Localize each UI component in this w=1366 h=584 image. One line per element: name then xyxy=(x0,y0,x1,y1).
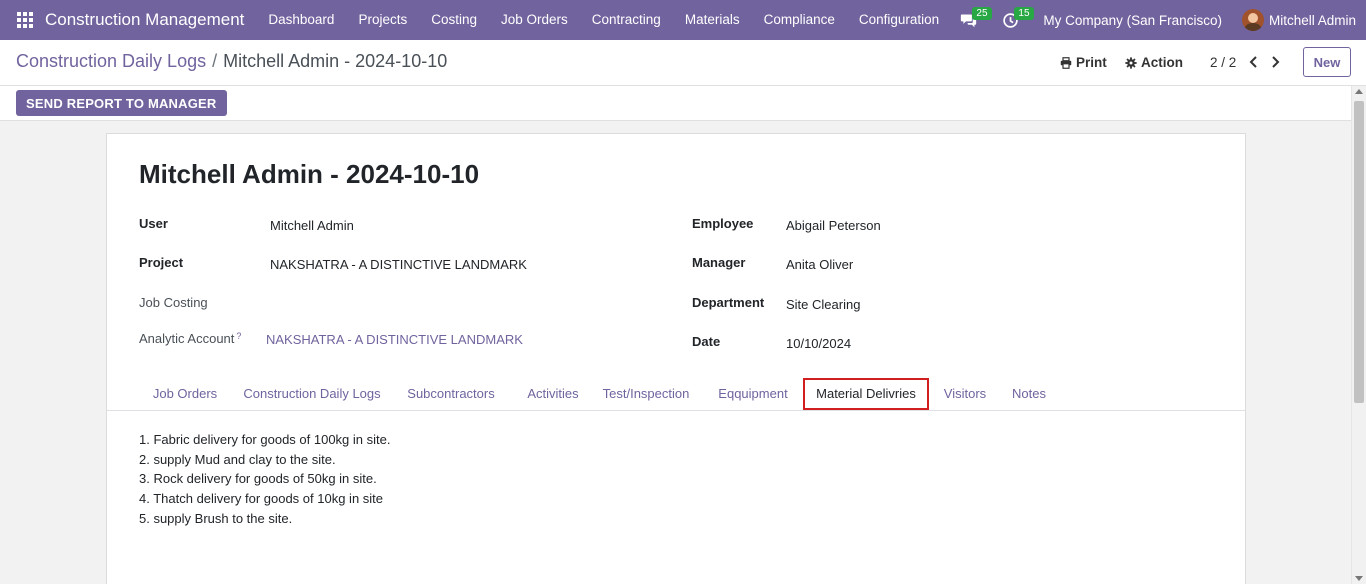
breadcrumb-separator: / xyxy=(212,51,218,71)
gear-icon xyxy=(1125,56,1137,69)
chevron-right-icon xyxy=(1271,56,1279,68)
breadcrumb: Construction Daily Logs / Mitchell Admin -… xyxy=(16,51,447,72)
menu-projects[interactable]: Projects xyxy=(346,0,419,40)
pager-value[interactable]: 2 / 2 xyxy=(1210,55,1236,70)
list-item: 1. Fabric delivery for goods of 100kg in… xyxy=(139,432,391,447)
job-costing-label: Job Costing xyxy=(139,295,208,310)
user-name: Mitchell Admin xyxy=(1268,12,1356,28)
tab-notes[interactable]: Notes xyxy=(1003,378,1055,410)
project-field[interactable]: NAKSHATRA - A DISTINCTIVE LANDMARK xyxy=(270,257,527,272)
messages-badge: 25 xyxy=(972,7,992,20)
pager-previous-button[interactable] xyxy=(1246,54,1260,70)
help-tooltip-icon[interactable]: ? xyxy=(236,331,241,341)
menu-configuration[interactable]: Configuration xyxy=(847,0,951,40)
activities-button[interactable]: 15 xyxy=(993,0,1034,40)
list-item: 2. supply Mud and clay to the site. xyxy=(139,451,336,467)
record-title: Mitchell Admin - 2024-10-10 xyxy=(139,159,480,189)
company-switcher[interactable]: My Company (San Francisco) xyxy=(1043,13,1222,28)
notebook-tabs: Job Orders Construction Daily Logs Subco… xyxy=(107,378,1245,411)
manager-field[interactable]: Anita Oliver xyxy=(786,257,853,272)
pager-next-button[interactable] xyxy=(1268,54,1282,70)
user-field[interactable]: Mitchell Admin xyxy=(270,218,354,233)
send-report-button[interactable]: SEND REPORT TO MANAGER xyxy=(16,90,227,116)
manager-label: Manager xyxy=(692,255,746,270)
project-label: Project xyxy=(139,255,184,270)
scroll-up-arrow-icon[interactable] xyxy=(1355,89,1363,94)
menu-dashboard[interactable]: Dashboard xyxy=(256,0,346,40)
navbar-systray: 25 15 My Company (San Francisco) Mitchel… xyxy=(951,0,1366,40)
tab-construction-daily-logs[interactable]: Construction Daily Logs xyxy=(237,378,387,410)
department-field[interactable]: Site Clearing xyxy=(786,297,860,312)
tab-activities[interactable]: Activities xyxy=(515,378,591,410)
new-button[interactable]: New xyxy=(1303,47,1351,77)
apps-grid-icon[interactable] xyxy=(17,12,33,28)
top-navbar: Construction Management Dashboard Projec… xyxy=(0,0,1366,40)
menu-materials[interactable]: Materials xyxy=(673,0,752,40)
list-item: 4. Thatch delivery for goods of 10kg in … xyxy=(139,491,384,507)
app-brand[interactable]: Construction Management xyxy=(45,10,244,30)
menu-contracting[interactable]: Contracting xyxy=(580,0,673,40)
breadcrumb-current: Mitchell Admin - 2024-10-10 xyxy=(223,51,448,71)
form-statusbar: SEND REPORT TO MANAGER xyxy=(0,86,1351,121)
printer-icon xyxy=(1060,56,1072,69)
tab-material-delivries[interactable]: Material Delivries xyxy=(803,378,929,410)
user-label: User xyxy=(139,216,168,231)
tab-visitors[interactable]: Visitors xyxy=(935,378,995,410)
chevron-left-icon xyxy=(1249,56,1257,68)
tab-eqquipment[interactable]: Eqquipment xyxy=(711,378,795,410)
material-deliveries-content[interactable]: 1. Fabric delivery for goods of 100kg in… xyxy=(139,430,390,529)
menu-compliance[interactable]: Compliance xyxy=(752,0,847,40)
scrollbar-thumb[interactable] xyxy=(1354,101,1364,403)
print-button[interactable]: Print xyxy=(1060,55,1107,70)
date-label: Date xyxy=(692,334,721,349)
analytic-account-label: Analytic Account? xyxy=(139,331,241,346)
action-label: Action xyxy=(1141,55,1183,70)
employee-label: Employee xyxy=(692,216,754,231)
tab-test-inspection[interactable]: Test/Inspection xyxy=(596,378,696,410)
list-item: 3. Rock delivery for goods of 50kg in si… xyxy=(139,471,377,487)
analytic-account-label-text: Analytic Account xyxy=(139,331,235,346)
avatar xyxy=(1241,9,1264,31)
employee-field[interactable]: Abigail Peterson xyxy=(786,218,881,233)
messages-button[interactable]: 25 xyxy=(951,0,992,40)
tab-job-orders[interactable]: Job Orders xyxy=(140,378,230,410)
control-panel: Construction Daily Logs / Mitchell Admin -… xyxy=(0,40,1366,86)
analytic-account-field[interactable]: NAKSHATRA - A DISTINCTIVE LANDMARK xyxy=(266,332,523,347)
date-field[interactable]: 10/10/2024 xyxy=(786,336,851,351)
main-menu: Dashboard Projects Costing Job Orders Co… xyxy=(256,0,951,40)
menu-costing[interactable]: Costing xyxy=(419,0,489,40)
scroll-down-arrow-icon[interactable] xyxy=(1355,576,1363,581)
user-menu[interactable]: Mitchell Admin xyxy=(1241,9,1356,31)
breadcrumb-parent[interactable]: Construction Daily Logs xyxy=(16,51,206,71)
action-button[interactable]: Action xyxy=(1125,55,1183,70)
tab-subcontractors[interactable]: Subcontractors xyxy=(399,378,503,410)
print-label: Print xyxy=(1076,55,1107,70)
form-sheet: Mitchell Admin - 2024-10-10 User Mitchel… xyxy=(106,133,1246,584)
department-label: Department xyxy=(692,295,765,310)
activities-badge: 15 xyxy=(1014,7,1034,20)
menu-job-orders[interactable]: Job Orders xyxy=(489,0,580,40)
list-item: 5. supply Brush to the site. xyxy=(139,510,293,526)
scrollbar[interactable] xyxy=(1351,86,1366,584)
